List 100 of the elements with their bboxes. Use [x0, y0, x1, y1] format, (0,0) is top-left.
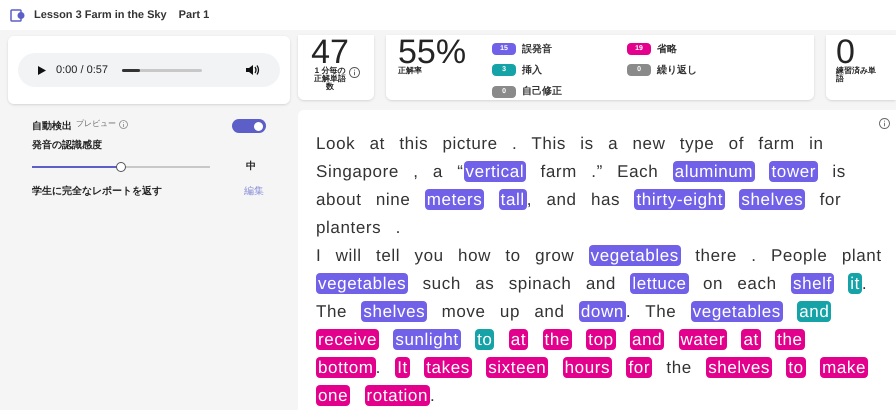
audio-progress-track[interactable] — [122, 68, 202, 72]
insertion-word: to — [475, 329, 494, 350]
omission-word: receive — [316, 329, 380, 350]
auto-detect-toggle[interactable] — [232, 119, 266, 133]
passage-word: is — [832, 162, 846, 181]
legend-label: 繰り返し — [657, 64, 698, 78]
punctuation: , — [526, 190, 532, 209]
info-icon[interactable] — [349, 67, 360, 78]
passage-word: you — [414, 246, 444, 265]
app-icon — [10, 8, 26, 22]
passage-word: picture . — [442, 134, 518, 153]
passage-word: The — [316, 302, 348, 321]
passage-word: planters . — [316, 218, 401, 237]
mispronunciation-word: tall — [498, 189, 527, 210]
info-icon[interactable] — [879, 118, 890, 129]
passage-word: Singapore , — [316, 162, 419, 181]
part-label: Part 1 — [178, 8, 210, 23]
mispronunciation-word: vegetables — [316, 273, 408, 294]
passage-word: a — [608, 134, 618, 153]
passage-word: is — [580, 134, 594, 153]
play-icon[interactable] — [38, 66, 46, 74]
mispronunciation-word: vegetables — [588, 245, 681, 266]
omission-word: top — [586, 329, 616, 350]
passage-word: grow — [535, 246, 574, 265]
mispronunciation-word: meters — [424, 189, 484, 210]
edit-link[interactable]: 編集 — [244, 184, 264, 199]
passage-word: each — [737, 274, 777, 293]
passage-word: farm .” — [540, 162, 603, 181]
passage-word: The — [645, 302, 676, 321]
punctuation: . — [376, 358, 381, 377]
omission-word: takes — [424, 357, 472, 378]
passage-word: This — [531, 134, 566, 153]
omission-word: shelves — [706, 357, 772, 378]
preview-label: プレビュー — [76, 118, 116, 130]
info-icon[interactable] — [119, 120, 128, 128]
legend-label: 誤発音 — [522, 42, 552, 57]
passage-word: a — [432, 162, 443, 181]
passage-word: on — [702, 274, 724, 293]
passage-word: up — [500, 302, 520, 321]
omission-word: at — [508, 329, 528, 350]
mispronunciation-word: tower — [769, 161, 818, 182]
stat-value: 55% — [398, 37, 466, 67]
punctuation: “ — [457, 162, 464, 181]
passage-word: Each — [617, 162, 658, 181]
mispronunciation-word: lettuce — [630, 273, 689, 294]
passage-word: in — [809, 134, 824, 153]
legend-label: 自己修正 — [522, 84, 562, 100]
omission-word: one — [316, 385, 350, 406]
passage-word: tell — [376, 246, 400, 265]
omission-word: rotation — [364, 385, 430, 406]
passage-word: farm — [758, 134, 795, 153]
omission-word: It — [395, 357, 410, 378]
stat-label: 1 分毎の正解単語数 — [313, 67, 347, 91]
auto-detect-label: 自動検出 — [32, 120, 72, 134]
mispronunciation-word: aluminum — [672, 161, 756, 182]
mispronunciation-word: shelves — [739, 189, 806, 210]
passage-word: about — [316, 190, 362, 209]
stat-value: 0 — [836, 37, 855, 67]
omission-word: the — [775, 329, 805, 350]
stat-label: 正解率 — [398, 67, 423, 75]
passage-word: new — [632, 134, 666, 153]
omission-word: sixteen — [486, 357, 548, 378]
passage-word: as — [475, 274, 494, 293]
passage-word: to — [505, 246, 521, 265]
passage-word: of — [728, 134, 744, 153]
sensitivity-value: 中 — [246, 160, 256, 174]
insertion-word: it — [848, 273, 862, 294]
omission-word: bottom — [316, 357, 376, 378]
passage-word: at — [370, 134, 385, 153]
sensitivity-slider[interactable] — [32, 162, 210, 172]
passage-word: and — [586, 274, 616, 293]
legend-label: 省略 — [657, 42, 678, 57]
lesson-title: Lesson 3 Farm in the Sky — [34, 8, 167, 23]
mispronunciation-word: sunlight — [393, 329, 461, 350]
passage-word: this — [399, 134, 428, 153]
omission-word: to — [786, 357, 806, 378]
passage-word: the — [666, 358, 692, 377]
mispronunciation-word: vertical — [464, 161, 526, 182]
passage-word: and — [546, 190, 577, 209]
passage-word: such — [422, 274, 461, 293]
mispronunciation-word: shelves — [361, 301, 428, 322]
volume-icon[interactable] — [246, 64, 260, 76]
passage-word: has — [590, 190, 620, 209]
omission-word: hours — [562, 357, 612, 378]
passage-word: how — [458, 246, 492, 265]
mispronunciation-word: vegetables — [690, 301, 783, 322]
omission-word: make — [820, 357, 868, 378]
omission-word: and — [630, 329, 664, 350]
passage-word: will — [336, 246, 362, 265]
report-label: 学生に完全なレポートを返す — [32, 184, 162, 199]
passage-word: People — [770, 246, 828, 265]
omission-word: for — [626, 357, 652, 378]
passage-word: I — [316, 246, 322, 265]
punctuation: . — [430, 386, 436, 405]
stat-label: 練習済み単語 — [836, 67, 876, 83]
omission-word: the — [542, 329, 572, 350]
passage-word: spinach — [508, 274, 572, 293]
passage-word: type — [680, 134, 714, 153]
mispronunciation-word: thirty-eight — [634, 189, 726, 210]
stat-value: 47 — [311, 37, 349, 67]
